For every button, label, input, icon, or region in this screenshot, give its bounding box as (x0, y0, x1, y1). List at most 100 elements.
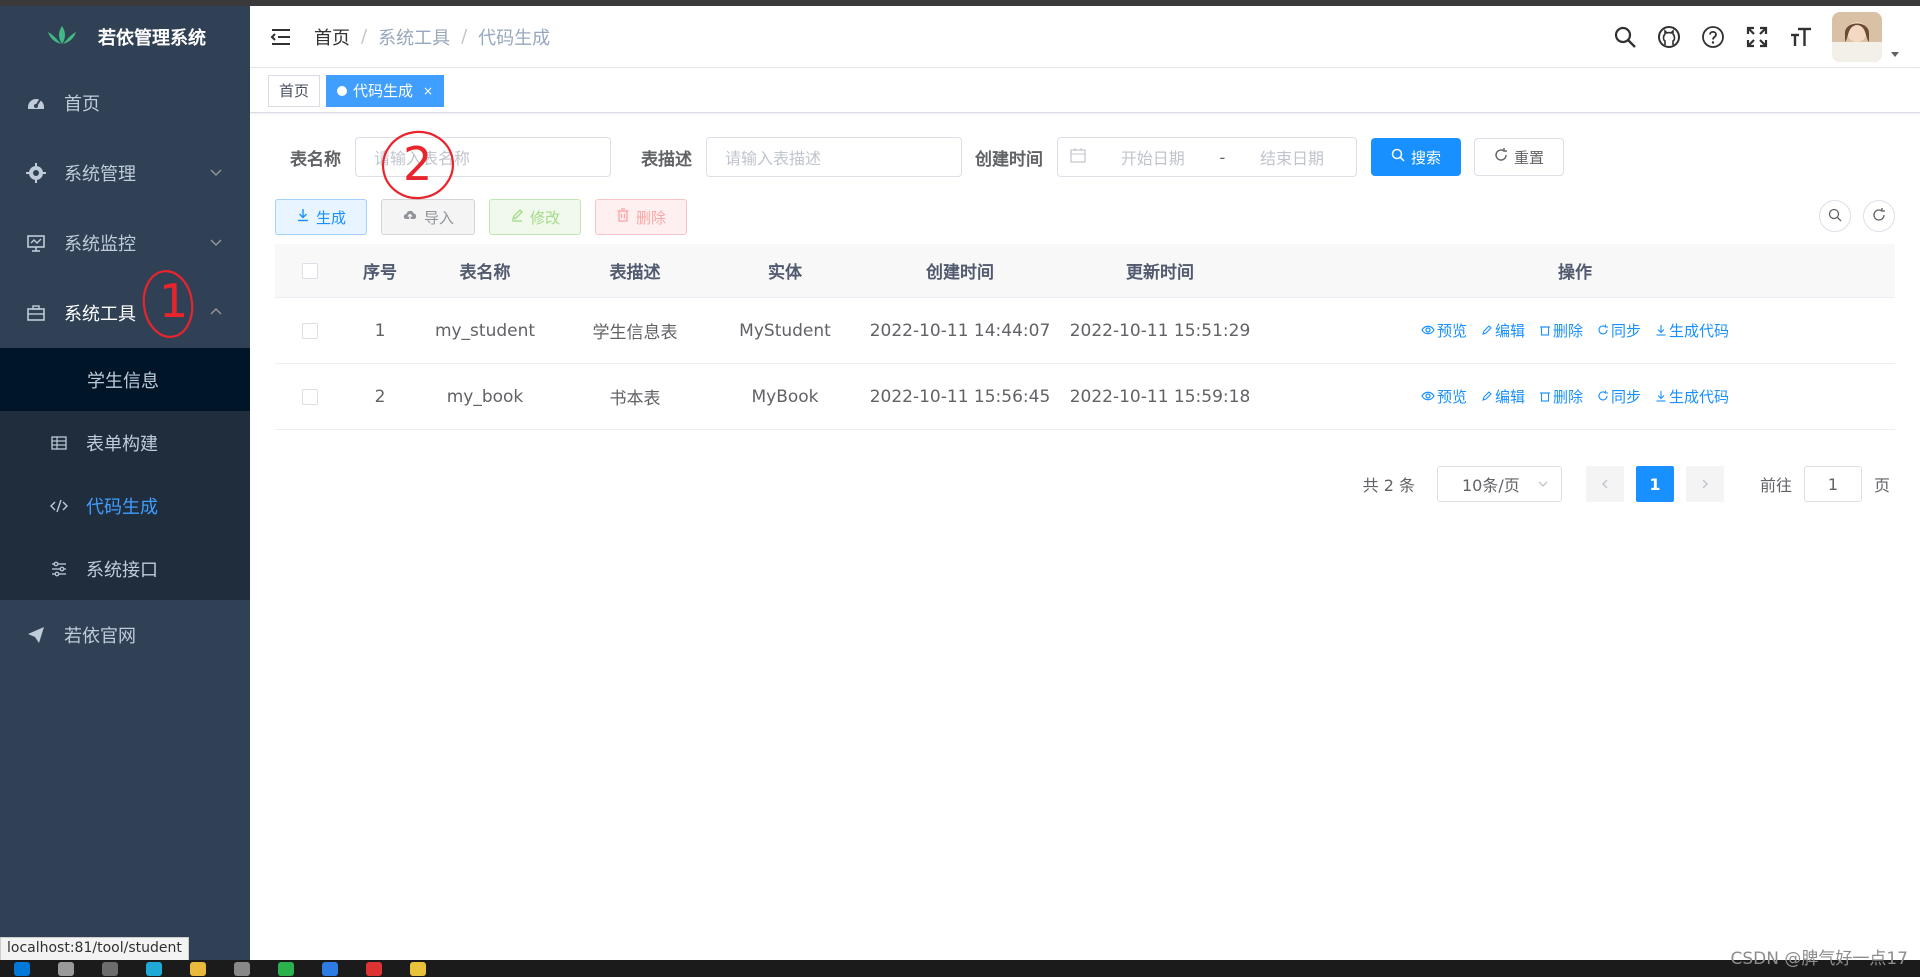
edit-link[interactable]: 编辑 (1481, 386, 1525, 407)
refresh-button[interactable] (1863, 200, 1895, 232)
trash-icon (1539, 322, 1551, 340)
table-desc-label: 表描述 (641, 149, 692, 170)
sidebar-item-home[interactable]: 首页 (0, 68, 250, 138)
cell-ops: 预览 编辑 删除 同步 生成代码 (1255, 320, 1895, 341)
fullscreen-icon[interactable] (1744, 24, 1770, 50)
select-all-checkbox[interactable] (275, 262, 345, 279)
edge-icon[interactable] (146, 961, 162, 976)
cell-created: 2022-10-11 14:44:07 (869, 320, 1051, 341)
page-number-current[interactable]: 1 (1635, 466, 1674, 502)
chevron-down-icon (1537, 475, 1549, 494)
trash-icon (1539, 388, 1551, 406)
next-page-button[interactable] (1685, 466, 1724, 502)
chevron-down-icon (208, 164, 224, 180)
header-idx: 序号 (363, 263, 397, 283)
goto-page-input[interactable]: 1 (1803, 466, 1862, 502)
app-icon[interactable] (234, 961, 250, 976)
delete-button[interactable]: 删除 (595, 199, 688, 235)
breadcrumb-separator: / (361, 26, 368, 47)
sidebar-item-form-build[interactable]: 表单构建 (0, 411, 250, 474)
tag-code-gen[interactable]: 代码生成 × (326, 74, 445, 107)
delete-link[interactable]: 删除 (1539, 386, 1583, 407)
preview-link[interactable]: 预览 (1421, 386, 1467, 407)
app-icon[interactable] (410, 961, 426, 976)
cell-ops: 预览 编辑 删除 同步 生成代码 (1255, 386, 1895, 407)
search-icon[interactable] (58, 961, 74, 976)
checkbox[interactable] (302, 322, 318, 339)
os-taskbar (0, 960, 1920, 977)
page-size-value: 10条/页 (1461, 476, 1520, 495)
help-icon[interactable] (1700, 24, 1726, 50)
date-range-picker[interactable]: 开始日期 - 结束日期 (1057, 137, 1357, 177)
sidebar-item-label: 系统监控 (64, 234, 136, 255)
sidebar-item-website[interactable]: 若依官网 (0, 600, 250, 670)
sidebar-item-student-info[interactable]: 学生信息 (0, 348, 250, 411)
sidebar-item-system[interactable]: 系统管理 (0, 138, 250, 208)
sidebar-item-tools[interactable]: 系统工具 (0, 278, 250, 348)
main-content: 表名称 请输入表名称 表描述 请输入表描述 创建时间 开始日期 - 结束日期 搜… (250, 114, 1920, 960)
tag-home[interactable]: 首页 (268, 74, 321, 107)
close-icon[interactable]: × (423, 84, 433, 98)
sidebar-item-api[interactable]: 系统接口 (0, 537, 250, 600)
header-updated: 更新时间 (1126, 263, 1194, 283)
preview-link[interactable]: 预览 (1421, 320, 1467, 341)
sidebar-item-label: 首页 (64, 94, 100, 115)
font-size-icon[interactable] (1788, 24, 1814, 50)
delete-link[interactable]: 删除 (1539, 320, 1583, 341)
send-icon (26, 625, 46, 645)
caret-down-icon[interactable] (1890, 44, 1900, 57)
task-view-icon[interactable] (102, 961, 118, 976)
code-icon (50, 497, 68, 515)
logo[interactable]: 若依管理系统 (0, 6, 250, 68)
row-checkbox[interactable] (275, 388, 345, 405)
github-icon[interactable] (1656, 24, 1682, 50)
cell-desc: 学生信息表 (592, 323, 678, 343)
search-button[interactable]: 搜索 (1371, 138, 1461, 176)
search-icon[interactable] (1612, 24, 1638, 50)
app-icon[interactable] (366, 961, 382, 976)
checkbox[interactable] (302, 262, 318, 279)
total-count: 共 2 条 (1362, 476, 1415, 495)
wechat-icon[interactable] (278, 961, 294, 976)
page-size-select[interactable]: 10条/页 (1436, 466, 1562, 502)
gen-code-link[interactable]: 生成代码 (1655, 386, 1729, 407)
app-icon[interactable] (322, 961, 338, 976)
gen-code-link[interactable]: 生成代码 (1655, 320, 1729, 341)
hamburger-icon[interactable] (270, 25, 294, 49)
windows-start-icon[interactable] (14, 961, 30, 976)
dashboard-icon (26, 93, 46, 113)
folder-icon[interactable] (190, 961, 206, 976)
cell-updated: 2022-10-11 15:51:29 (1069, 320, 1251, 341)
header-class: 实体 (768, 263, 802, 283)
avatar[interactable] (1832, 12, 1882, 62)
sidebar-item-code-gen[interactable]: 代码生成 (0, 474, 250, 537)
delete-button-label: 删除 (636, 208, 667, 227)
edit-icon (510, 208, 524, 226)
refresh-icon (1494, 148, 1508, 166)
row-checkbox[interactable] (275, 322, 345, 339)
prev-page-button[interactable] (1585, 466, 1624, 502)
breadcrumb-home[interactable]: 首页 (314, 24, 350, 50)
checkbox[interactable] (302, 388, 318, 405)
tags-view: 首页 代码生成 × (250, 69, 1920, 113)
toggle-search-button[interactable] (1819, 200, 1851, 232)
sidebar-item-monitor[interactable]: 系统监控 (0, 208, 250, 278)
reset-button[interactable]: 重置 (1474, 138, 1564, 176)
chevron-left-icon (1600, 475, 1610, 494)
refresh-icon (1597, 322, 1609, 340)
created-time-label: 创建时间 (975, 149, 1043, 170)
annotation-1: 1 (138, 266, 200, 346)
sidebar-item-label: 表单构建 (86, 433, 158, 455)
window-top-border (0, 0, 1920, 6)
cell-updated: 2022-10-11 15:59:18 (1069, 386, 1251, 407)
toolbox-icon (26, 303, 46, 323)
edit-link[interactable]: 编辑 (1481, 320, 1525, 341)
sync-link[interactable]: 同步 (1597, 320, 1641, 341)
edit-button[interactable]: 修改 (489, 199, 582, 235)
preview-label: 预览 (1436, 388, 1467, 406)
generate-button[interactable]: 生成 (275, 199, 368, 235)
table-desc-input[interactable]: 请输入表描述 (706, 137, 962, 177)
download-icon (296, 208, 310, 226)
sync-link[interactable]: 同步 (1597, 386, 1641, 407)
eye-icon (1421, 322, 1435, 340)
